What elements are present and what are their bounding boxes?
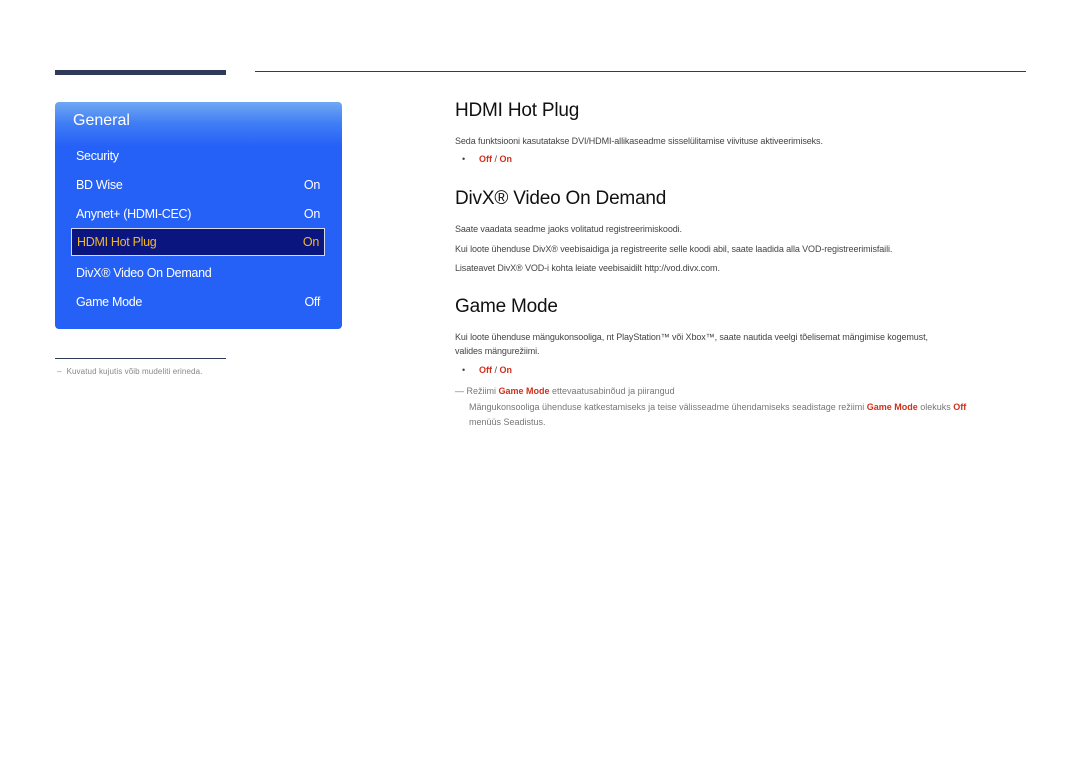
osd-menu-panel: General Security BD Wise On Anynet+ (HDM…: [55, 102, 342, 329]
footnote-text: Kuvatud kujutis võib mudeliti erineda.: [66, 367, 203, 376]
note-body-accent-2: Off: [953, 402, 967, 412]
menu-item-security[interactable]: Security: [71, 142, 325, 169]
menu-item-label: DivX® Video On Demand: [76, 265, 212, 280]
note-accent: Game Mode: [498, 386, 550, 396]
header-rule-thick: [55, 70, 226, 75]
note-post: ettevaatusabinõud ja piirangud: [549, 386, 675, 396]
menu-item-anynet[interactable]: Anynet+ (HDMI-CEC) On: [71, 200, 325, 227]
option-on: On: [499, 365, 513, 375]
menu-item-game-mode[interactable]: Game Mode Off: [71, 288, 325, 315]
section-title-hdmi-hot-plug: HDMI Hot Plug: [455, 100, 580, 121]
menu-item-value: On: [303, 177, 320, 192]
footnote-dash: –: [57, 367, 62, 376]
divx-line-2: Kui loote ühenduse DivX® veebisaidiga ja…: [455, 244, 893, 254]
hdmi-description: Seda funktsiooni kasutatakse DVI/HDMI-al…: [455, 136, 823, 146]
game-options: • Off / On: [462, 365, 512, 375]
menu-item-value: On: [303, 206, 320, 221]
menu-item-label: Anynet+ (HDMI-CEC): [76, 206, 192, 221]
divx-line-1: Saate vaadata seadme jaoks volitatud reg…: [455, 224, 682, 234]
game-note-body: Mängukonsooliga ühenduse katkestamiseks …: [469, 400, 1034, 430]
option-separator: /: [492, 365, 500, 375]
option-off: Off: [479, 365, 492, 375]
section-title-game-mode: Game Mode: [455, 296, 558, 317]
note-body-line-2: menüüs Seadistus.: [469, 417, 546, 427]
section-title-divx-vod: DivX® Video On Demand: [455, 188, 667, 209]
game-desc-line-2: valides mängurežiimi.: [455, 346, 540, 356]
footnote-divider: [55, 358, 226, 359]
menu-item-divx-vod[interactable]: DivX® Video On Demand: [71, 259, 325, 286]
note-dash-icon: —: [455, 386, 464, 396]
option-separator: /: [492, 154, 500, 164]
bullet-icon: •: [462, 154, 466, 164]
osd-menu-title: General: [73, 112, 130, 129]
header-rule-thin: [255, 71, 1026, 72]
menu-item-value: On: [302, 235, 319, 249]
game-note-heading: — Režiimi Game Mode ettevaatusabinõud ja…: [455, 384, 675, 399]
divx-line-3: Lisateavet DivX® VOD-i kohta leiate veeb…: [455, 263, 720, 273]
footnote: – Kuvatud kujutis võib mudeliti erineda.: [57, 367, 202, 376]
menu-item-bd-wise[interactable]: BD Wise On: [71, 171, 325, 198]
note-body-accent-1: Game Mode: [866, 402, 918, 412]
menu-item-hdmi-hot-plug[interactable]: HDMI Hot Plug On: [71, 228, 325, 256]
option-on: On: [499, 154, 513, 164]
menu-item-label: BD Wise: [76, 177, 123, 192]
option-off: Off: [479, 154, 492, 164]
game-desc-line-1: Kui loote ühenduse mängukonsooliga, nt P…: [455, 332, 928, 342]
menu-item-label: Game Mode: [76, 294, 143, 309]
note-body-mid: olekuks: [917, 402, 954, 412]
menu-item-label: HDMI Hot Plug: [77, 235, 157, 249]
menu-item-value: Off: [304, 294, 320, 309]
note-pre: Režiimi: [464, 386, 499, 396]
note-body-pre: Mängukonsooliga ühenduse katkestamiseks …: [469, 402, 867, 412]
menu-item-label: Security: [76, 148, 119, 163]
hdmi-options: • Off / On: [462, 154, 512, 164]
bullet-icon: •: [462, 365, 466, 375]
